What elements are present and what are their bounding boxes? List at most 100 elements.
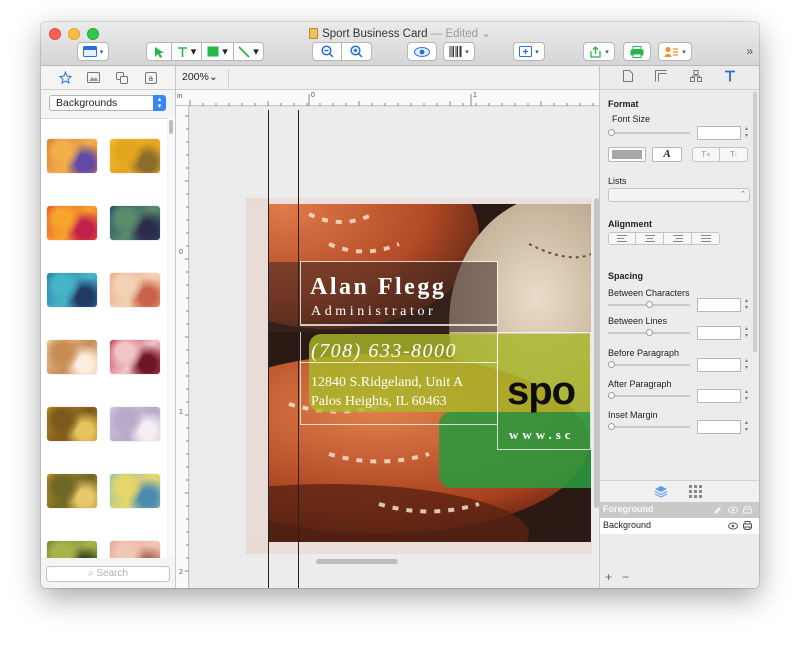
pencil-icon[interactable]	[713, 506, 722, 515]
shape-tool-button[interactable]: ▾	[202, 42, 234, 61]
align-center-button[interactable]	[636, 232, 664, 245]
eye-icon[interactable]	[728, 506, 738, 514]
text-tool-button[interactable]: ▾	[172, 42, 202, 61]
tool-group: ▾ ▾ ▾	[146, 42, 264, 61]
print-button[interactable]	[623, 42, 651, 61]
background-thumbnail[interactable]	[110, 474, 160, 508]
after-paragraph-field[interactable]	[697, 389, 741, 403]
tab-images[interactable]	[87, 71, 101, 85]
card-website-text[interactable]: www.sc	[509, 427, 575, 443]
after-paragraph-slider[interactable]	[608, 392, 690, 399]
toolbar-overflow-button[interactable]: »	[746, 44, 753, 58]
card-title-text[interactable]: Administrator	[311, 304, 436, 320]
between-lines-stepper[interactable]: ▴ ▾	[743, 326, 750, 340]
align-left-button[interactable]	[608, 232, 636, 245]
font-size-slider-knob[interactable]	[608, 129, 615, 136]
insert-button[interactable]: ▾	[513, 42, 545, 61]
tab-clipart[interactable]	[58, 71, 72, 85]
merge-data-button[interactable]: ▾	[658, 42, 692, 61]
select-tool-button[interactable]	[146, 42, 172, 61]
lists-popup[interactable]: ⌃	[608, 188, 750, 202]
card-phone-text[interactable]: (708) 633-8000	[311, 340, 457, 363]
between-characters-stepper[interactable]: ▴ ▾	[743, 298, 750, 312]
background-thumbnail[interactable]	[47, 273, 97, 307]
before-paragraph-slider[interactable]	[608, 361, 690, 368]
slider-knob[interactable]	[646, 301, 653, 308]
card-name-text[interactable]: Alan Flegg	[310, 274, 446, 301]
align-justify-button[interactable]	[692, 232, 720, 245]
between-characters-slider[interactable]	[608, 301, 690, 308]
zoom-level-select[interactable]: 200%⌄	[182, 71, 218, 83]
between-lines-field[interactable]	[697, 326, 741, 340]
inspector-scrollbar[interactable]	[753, 92, 757, 352]
before-paragraph-field[interactable]	[697, 358, 741, 372]
add-layer-button[interactable]: +	[605, 570, 612, 584]
text-style-button[interactable]: A	[652, 147, 682, 162]
card-address-line1[interactable]: 12840 S.Ridgeland, Unit A	[311, 375, 463, 391]
card-brand-text[interactable]: spo	[507, 369, 576, 414]
business-card[interactable]: Alan Flegg Administrator (708) 633-8000 …	[269, 204, 591, 542]
background-thumbnail[interactable]	[47, 206, 97, 240]
background-thumbnail[interactable]	[110, 541, 160, 558]
background-thumbnail[interactable]	[110, 407, 160, 441]
slider-knob[interactable]	[608, 361, 615, 368]
font-size-slider[interactable]	[608, 129, 690, 136]
category-select[interactable]: Backgrounds ▴ ▾	[49, 95, 166, 111]
vertical-guide[interactable]	[268, 110, 269, 588]
printer-icon[interactable]	[743, 506, 752, 515]
tab-arrange[interactable]	[689, 70, 702, 85]
tab-grid[interactable]	[689, 485, 702, 501]
card-address-line2[interactable]: Palos Heights, IL 60463	[311, 394, 447, 410]
between-lines-slider[interactable]	[608, 329, 690, 336]
background-thumbnail[interactable]	[47, 541, 97, 558]
vertical-guide[interactable]	[298, 110, 299, 588]
printer-icon[interactable]	[743, 521, 752, 530]
tab-shapes[interactable]	[115, 71, 129, 85]
before-paragraph-stepper[interactable]: ▴ ▾	[743, 358, 750, 372]
between-characters-field[interactable]	[697, 298, 741, 312]
slider-knob[interactable]	[646, 329, 653, 336]
after-paragraph-stepper[interactable]: ▴ ▾	[743, 389, 750, 403]
zoom-out-button[interactable]	[312, 42, 342, 61]
tab-layers[interactable]	[654, 485, 668, 501]
inset-margin-stepper[interactable]: ▴ ▾	[743, 420, 750, 434]
share-button[interactable]: ▾	[583, 42, 615, 61]
tab-text-format[interactable]	[724, 70, 736, 85]
tab-document[interactable]	[623, 70, 634, 85]
inset-margin-slider[interactable]	[608, 423, 690, 430]
background-thumbnail[interactable]	[110, 206, 160, 240]
background-thumbnail[interactable]	[47, 474, 97, 508]
subscript-button[interactable]: T-	[720, 147, 748, 162]
library-panel: a Backgrounds ▴ ▾ ⌕ Search	[41, 66, 176, 588]
background-thumbnail[interactable]	[47, 340, 97, 374]
zoom-in-button[interactable]	[342, 42, 372, 61]
background-thumbnail[interactable]	[47, 139, 97, 173]
background-thumbnail[interactable]	[47, 407, 97, 441]
remove-layer-button[interactable]: −	[622, 570, 629, 584]
font-size-stepper[interactable]: ▴ ▾	[743, 126, 750, 140]
background-thumbnail[interactable]	[110, 139, 160, 173]
layer-background-row[interactable]: Background	[600, 518, 759, 534]
library-scrollbar[interactable]	[168, 118, 175, 558]
slider-knob[interactable]	[608, 392, 615, 399]
canvas-horizontal-scroll-thumb[interactable]	[316, 559, 398, 564]
layer-foreground-row[interactable]: Foreground	[600, 502, 759, 518]
align-justify-icon	[700, 235, 711, 242]
slider-knob[interactable]	[608, 423, 615, 430]
barcode-button[interactable]: ▾	[443, 42, 475, 61]
superscript-button[interactable]: T+	[692, 147, 720, 162]
eye-icon[interactable]	[728, 522, 738, 530]
library-search-input[interactable]: ⌕ Search	[46, 566, 170, 582]
inset-margin-field[interactable]	[697, 420, 741, 434]
view-menu-button[interactable]: ▾	[77, 42, 109, 61]
library-scroll-thumb[interactable]	[169, 120, 173, 134]
font-size-field[interactable]	[697, 126, 741, 140]
text-color-well[interactable]	[608, 147, 646, 162]
tab-layout[interactable]	[655, 70, 667, 85]
preview-button[interactable]	[407, 42, 437, 61]
tab-text[interactable]: a	[144, 71, 158, 85]
align-right-button[interactable]	[664, 232, 692, 245]
background-thumbnail[interactable]	[110, 340, 160, 374]
line-tool-button[interactable]: ▾	[234, 42, 264, 61]
background-thumbnail[interactable]	[110, 273, 160, 307]
